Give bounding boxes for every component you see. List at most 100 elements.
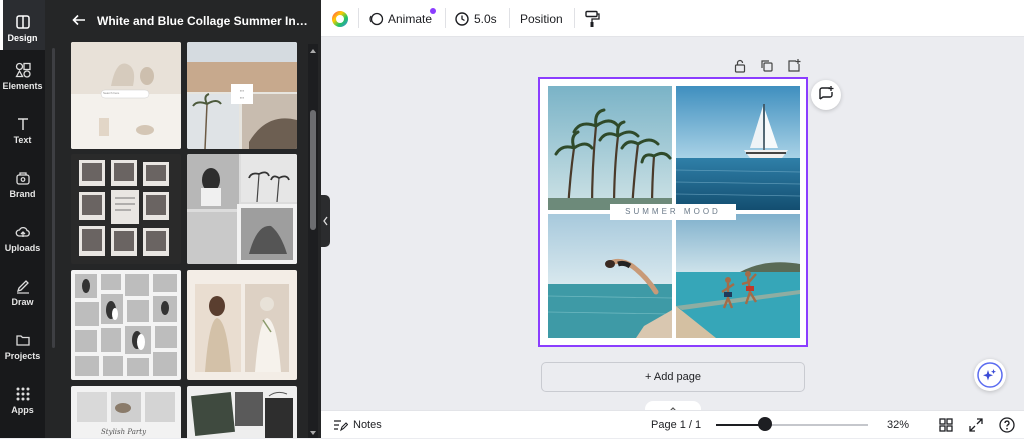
template-thumb[interactable] [71, 270, 181, 380]
paint-roller-icon [585, 10, 600, 27]
chevron-left-icon [323, 216, 328, 226]
template-thumb[interactable]: Search here [71, 42, 181, 149]
sparkle-icon [977, 362, 1003, 388]
toolbar-divider [509, 8, 510, 28]
photo-sailboat[interactable] [676, 86, 800, 210]
sidebar-item-uploads[interactable]: Uploads [0, 218, 45, 268]
svg-text:▪▪▪: ▪▪▪ [240, 95, 245, 100]
collapse-panel-handle[interactable] [321, 195, 330, 247]
scroll-up-arrow-icon[interactable] [308, 46, 318, 56]
pen-icon [16, 280, 29, 294]
help-icon[interactable] [999, 417, 1015, 433]
position-button[interactable]: Position [520, 0, 563, 37]
grid-view-icon[interactable] [939, 418, 953, 432]
sailboat-image [676, 86, 800, 210]
copy-style-button[interactable] [584, 0, 600, 37]
brand-icon [15, 172, 30, 185]
palm-trees-image [548, 86, 672, 210]
design-icon [15, 15, 30, 29]
sidebar-item-draw[interactable]: Draw [0, 272, 45, 322]
template-thumb[interactable] [187, 386, 297, 438]
animate-icon [369, 12, 384, 25]
clock-icon [455, 11, 469, 26]
sidebar-item-apps[interactable]: Apps [0, 380, 45, 430]
add-comment-button[interactable] [811, 80, 841, 110]
editor-toolbar: Animate 5.0s Position [321, 0, 1024, 37]
template-preview-image [71, 42, 181, 149]
panel-header: White and Blue Collage Summer Instag... [45, 0, 321, 42]
sidebar-item-label: Elements [2, 81, 43, 91]
animate-button[interactable]: Animate [368, 0, 436, 37]
template-panel: White and Blue Collage Summer Instag... … [45, 0, 321, 438]
color-wheel-icon [332, 10, 348, 27]
template-thumb[interactable]: ▪▪▪ ▪▪▪ [187, 42, 297, 149]
template-preview-image [75, 274, 177, 376]
panel-title: White and Blue Collage Summer Instag... [97, 14, 313, 28]
lock-icon[interactable] [732, 58, 748, 74]
duplicate-page-icon[interactable] [759, 58, 775, 74]
sidebar-item-design[interactable]: Design [0, 0, 45, 50]
zoom-slider-handle[interactable] [758, 417, 772, 431]
template-preview-image [187, 154, 297, 264]
duration-label: 5.0s [474, 11, 497, 26]
position-label: Position [520, 11, 563, 26]
folder-icon [15, 335, 30, 346]
template-thumb[interactable]: Stylish Party [71, 386, 181, 438]
page-indicator[interactable]: Page 1 / 1 [651, 411, 701, 439]
sidebar-item-elements[interactable]: Elements [0, 56, 45, 106]
template-preview-image [195, 284, 289, 372]
panel-scrollbar[interactable] [308, 44, 318, 438]
active-indicator [0, 0, 3, 50]
svg-text:▪▪▪: ▪▪▪ [240, 88, 245, 93]
template-preview-image [79, 160, 169, 256]
sidebar-item-label: Brand [9, 189, 36, 199]
cloud-upload-icon [15, 226, 30, 237]
sidebar-item-label: Design [7, 33, 38, 43]
search-pill-text: Search here [103, 91, 120, 95]
template-preview-image [191, 391, 293, 438]
diver-image [548, 214, 672, 338]
sidebar-item-label: Apps [11, 405, 34, 415]
side-rail: Design Elements Text Brand Uploads Draw … [0, 0, 45, 438]
notes-label: Notes [353, 419, 382, 431]
toolbar-divider [445, 8, 446, 28]
fullscreen-icon[interactable] [969, 418, 983, 432]
sidebar-item-brand[interactable]: Brand [0, 164, 45, 214]
back-arrow-icon[interactable] [71, 12, 87, 28]
magic-assistant-button[interactable] [974, 359, 1006, 391]
scroll-down-arrow-icon[interactable] [308, 428, 318, 438]
sidebar-item-label: Text [13, 135, 32, 145]
toolbar-divider [358, 8, 359, 28]
duration-button[interactable]: 5.0s [454, 0, 497, 37]
add-page-icon[interactable] [786, 58, 802, 74]
elements-icon [14, 62, 31, 78]
template-script-text: Stylish Party [101, 428, 147, 436]
text-icon [17, 118, 28, 130]
add-page-button[interactable]: + Add page [541, 362, 805, 392]
comment-add-icon [819, 86, 834, 100]
pool-kids-image [676, 214, 800, 338]
sidebar-item-label: Projects [4, 351, 41, 361]
zoom-level[interactable]: 32% [887, 411, 909, 439]
panel-scroll-thumb[interactable] [310, 110, 316, 230]
notes-button[interactable]: Notes [333, 411, 382, 439]
apps-grid-icon [16, 387, 29, 401]
photo-pool-kids[interactable] [676, 214, 800, 338]
animate-label: Animate [388, 11, 433, 26]
color-picker-button[interactable] [331, 0, 349, 37]
template-thumb[interactable] [71, 154, 181, 264]
template-preview-image: ▪▪▪ ▪▪▪ [187, 42, 297, 149]
notes-icon [334, 420, 348, 432]
photo-diver[interactable] [548, 214, 672, 338]
zoom-slider-track[interactable] [716, 424, 868, 426]
photo-palm-trees[interactable] [548, 86, 672, 210]
template-thumb[interactable] [187, 270, 297, 380]
sidebar-item-label: Draw [11, 297, 34, 307]
sidebar-item-text[interactable]: Text [0, 110, 45, 160]
sidebar-item-projects[interactable]: Projects [0, 326, 45, 376]
new-badge-dot [430, 8, 436, 14]
template-thumb[interactable] [187, 154, 297, 264]
sidebar-item-label: Uploads [4, 243, 41, 253]
summer-mood-label[interactable]: SUMMER MOOD [610, 204, 736, 220]
template-grid: Search here ▪▪▪ ▪▪▪ Stylish Party [45, 42, 321, 438]
